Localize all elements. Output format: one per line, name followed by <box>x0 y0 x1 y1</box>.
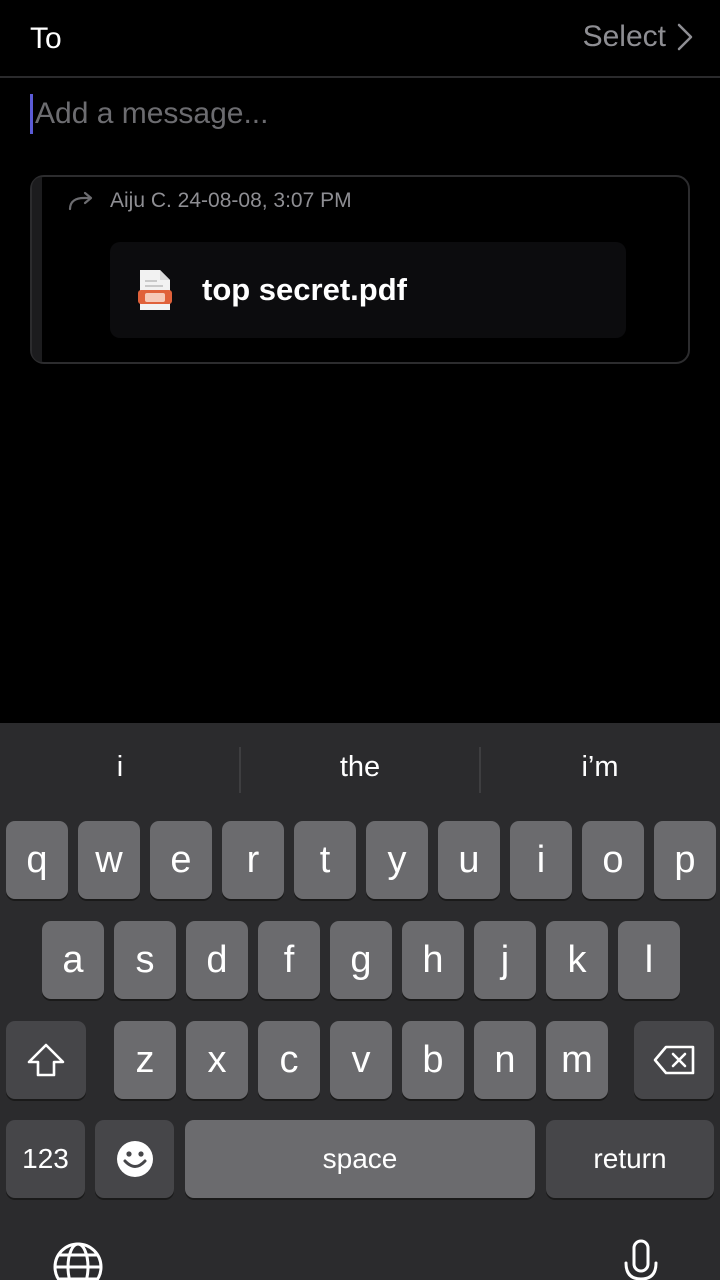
key-w[interactable]: w <box>78 821 140 899</box>
message-input[interactable]: Add a message... <box>30 92 690 136</box>
key-n[interactable]: n <box>474 1021 536 1099</box>
key-l[interactable]: l <box>618 921 680 999</box>
globe-icon[interactable] <box>52 1241 104 1280</box>
key-m[interactable]: m <box>546 1021 608 1099</box>
file-attachment[interactable]: top secret.pdf <box>110 242 626 338</box>
chevron-right-icon <box>677 23 693 51</box>
key-p[interactable]: p <box>654 821 716 899</box>
key-r[interactable]: r <box>222 821 284 899</box>
key-f[interactable]: f <box>258 921 320 999</box>
emoji-icon <box>116 1141 153 1177</box>
forwarded-message-card: Aiju C. 24-08-08, 3:07 PM top secret.pdf <box>30 175 690 364</box>
shift-icon <box>27 1043 65 1077</box>
forwarded-meta: Aiju C. 24-08-08, 3:07 PM <box>68 189 352 213</box>
key-e[interactable]: e <box>150 821 212 899</box>
suggestion-2[interactable]: the <box>240 751 480 784</box>
key-a[interactable]: a <box>42 921 104 999</box>
key-y[interactable]: y <box>366 821 428 899</box>
quote-bar <box>32 177 42 362</box>
key-t[interactable]: t <box>294 821 356 899</box>
message-placeholder: Add a message... <box>35 97 269 130</box>
forward-icon <box>68 191 93 211</box>
to-label: To <box>30 22 62 55</box>
key-q[interactable]: q <box>6 821 68 899</box>
suggestion-1[interactable]: i <box>0 751 240 784</box>
delete-key[interactable] <box>634 1021 714 1099</box>
key-h[interactable]: h <box>402 921 464 999</box>
microphone-icon[interactable] <box>622 1239 660 1280</box>
key-c[interactable]: c <box>258 1021 320 1099</box>
recipient-header: To Select <box>0 0 720 78</box>
key-x[interactable]: x <box>186 1021 248 1099</box>
key-i[interactable]: i <box>510 821 572 899</box>
backspace-icon <box>653 1045 695 1075</box>
key-g[interactable]: g <box>330 921 392 999</box>
suggestion-3[interactable]: i’m <box>480 751 720 784</box>
key-u[interactable]: u <box>438 821 500 899</box>
key-d[interactable]: d <box>186 921 248 999</box>
share-screen: To Select Add a message... Aiju C. 24-08… <box>0 0 720 1280</box>
return-key[interactable]: return <box>546 1120 714 1198</box>
select-recipient-button[interactable]: Select <box>583 20 694 54</box>
emoji-key[interactable] <box>95 1120 174 1198</box>
predictive-bar: i the i’m <box>0 723 720 819</box>
text-caret <box>30 94 33 134</box>
numbers-key[interactable]: 123 <box>6 1120 85 1198</box>
file-name: top secret.pdf <box>202 272 407 307</box>
key-s[interactable]: s <box>114 921 176 999</box>
key-k[interactable]: k <box>546 921 608 999</box>
key-j[interactable]: j <box>474 921 536 999</box>
key-o[interactable]: o <box>582 821 644 899</box>
key-b[interactable]: b <box>402 1021 464 1099</box>
key-v[interactable]: v <box>330 1021 392 1099</box>
pdf-file-icon <box>138 270 172 310</box>
keyboard: i the i’m q w e r t y u i o p a s d f g … <box>0 723 720 1280</box>
space-key[interactable]: space <box>185 1120 535 1198</box>
shift-key[interactable] <box>6 1021 86 1099</box>
forwarded-sender-time: Aiju C. 24-08-08, 3:07 PM <box>110 189 352 212</box>
select-label: Select <box>582 20 666 53</box>
key-z[interactable]: z <box>114 1021 176 1099</box>
